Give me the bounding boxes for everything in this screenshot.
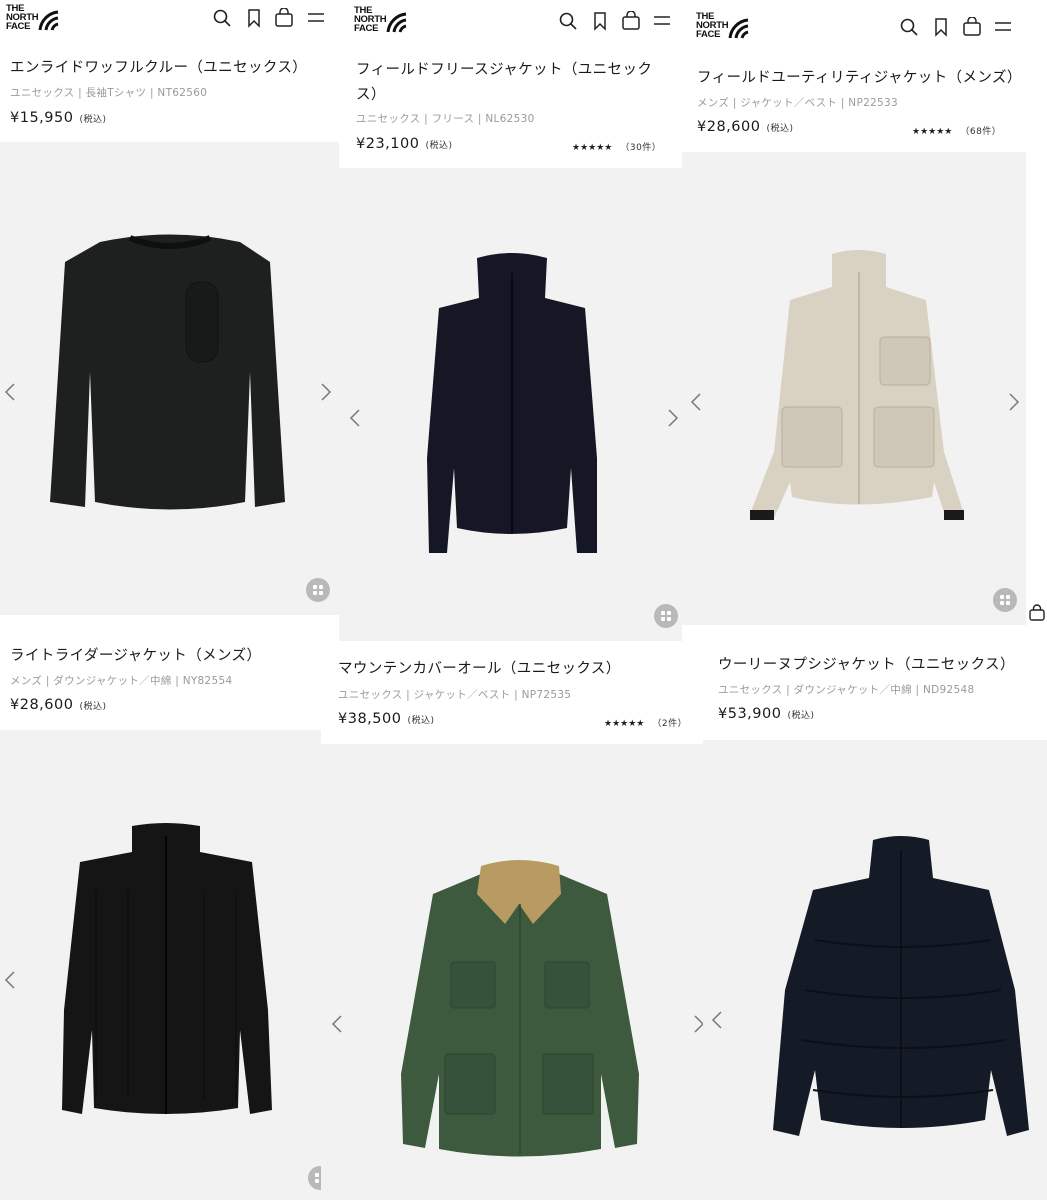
product-price: ¥23,100 (税込) (356, 136, 453, 152)
cart-icon[interactable] (1028, 604, 1046, 622)
grid-icon (1000, 595, 1010, 605)
chevron-left-icon[interactable] (711, 1010, 723, 1030)
product-title[interactable]: フィールドフリースジャケット（ユニセックス） (356, 58, 656, 108)
product-rating[interactable]: ★★★★★ （68件） (912, 124, 1001, 137)
menu-icon[interactable] (306, 8, 326, 28)
rating-stars: ★★★★★ (604, 719, 645, 729)
product-price: ¥28,600 (税込) (10, 697, 107, 713)
product-title[interactable]: マウンテンカバーオール（ユニセックス） (338, 657, 621, 678)
rating-stars: ★★★★★ (912, 127, 953, 137)
quick-view-button[interactable] (993, 588, 1017, 612)
quick-view-button[interactable] (306, 578, 330, 602)
product-rating[interactable]: ★★★★★ （2件） (604, 716, 687, 729)
logo-mark-icon (386, 12, 407, 33)
bookmark-icon[interactable] (931, 17, 951, 37)
product-image-carousel[interactable] (339, 168, 682, 641)
chevron-right-icon[interactable] (1008, 392, 1020, 412)
bookmark-icon[interactable] (590, 11, 610, 31)
brand-logo[interactable]: THE NORTH FACE (696, 12, 750, 46)
logo-mark-icon (728, 18, 749, 39)
bag-icon[interactable] (274, 7, 294, 28)
search-icon[interactable] (212, 8, 232, 28)
product-title[interactable]: エンライドワッフルクルー（ユニセックス） (10, 56, 307, 77)
bag-icon[interactable] (962, 16, 982, 37)
menu-icon[interactable] (993, 17, 1013, 37)
chevron-left-icon[interactable] (349, 408, 361, 428)
review-count: （2件） (652, 719, 688, 729)
chevron-right-icon[interactable] (667, 408, 679, 428)
product-meta: ユニセックス | ダウンジャケット／中綿 | ND92548 (718, 684, 975, 696)
product-meta: ユニセックス | ジャケット／ベスト | NP72535 (338, 689, 572, 701)
product-rating[interactable]: ★★★★★ （30件） (572, 140, 661, 153)
review-count: （68件） (960, 127, 1002, 137)
crew-sweatshirt-image (50, 234, 285, 510)
utility-jacket-image (750, 250, 964, 520)
chevron-right-icon[interactable] (320, 382, 332, 402)
product-meta: ユニセックス | 長袖Tシャツ | NT62560 (10, 87, 208, 99)
chevron-left-icon[interactable] (690, 392, 702, 412)
logo-mark-icon (38, 10, 59, 31)
product-meta: ユニセックス | フリース | NL62530 (356, 113, 535, 125)
product-image-carousel[interactable] (0, 730, 321, 1200)
product-image-carousel[interactable] (703, 740, 1047, 1200)
product-price: ¥28,600 (税込) (697, 119, 794, 135)
menu-icon[interactable] (652, 11, 672, 31)
nuptse-jacket-image (773, 836, 1029, 1136)
coverall-jacket-image (401, 860, 639, 1157)
chevron-left-icon[interactable] (4, 382, 16, 402)
product-image-carousel[interactable] (682, 152, 1026, 625)
product-price: ¥38,500 (税込) (338, 711, 435, 727)
product-meta: メンズ | ジャケット／ベスト | NP22533 (697, 97, 898, 109)
product-price: ¥53,900 (税込) (718, 706, 815, 722)
search-icon[interactable] (899, 17, 919, 37)
rating-stars: ★★★★★ (572, 143, 613, 153)
brand-logo[interactable]: THE NORTH FACE (6, 4, 60, 38)
review-count: （30件） (620, 143, 662, 153)
grid-icon (315, 1173, 319, 1183)
product-meta: メンズ | ダウンジャケット／中綿 | NY82554 (10, 675, 233, 687)
product-price: ¥15,950 (税込) (10, 110, 107, 126)
chevron-left-icon[interactable] (4, 970, 16, 990)
bag-icon[interactable] (621, 10, 641, 31)
bookmark-icon[interactable] (244, 8, 264, 28)
light-rider-jacket-image (62, 823, 272, 1114)
product-title[interactable]: ウーリーヌプシジャケット（ユニセックス） (718, 653, 1015, 674)
product-title[interactable]: フィールドユーティリティジャケット（メンズ） (697, 66, 1022, 87)
quick-view-button[interactable] (654, 604, 678, 628)
product-title[interactable]: ライトライダージャケット（メンズ） (10, 644, 261, 665)
chevron-left-icon[interactable] (331, 1014, 343, 1034)
search-icon[interactable] (558, 11, 578, 31)
fleece-jacket-image (427, 253, 597, 553)
product-image-carousel[interactable] (0, 142, 339, 615)
chevron-right-icon[interactable] (693, 1014, 703, 1034)
grid-icon (313, 585, 323, 595)
brand-logo[interactable]: THE NORTH FACE (354, 6, 408, 40)
product-image-carousel[interactable] (321, 744, 703, 1200)
grid-icon (661, 611, 671, 621)
